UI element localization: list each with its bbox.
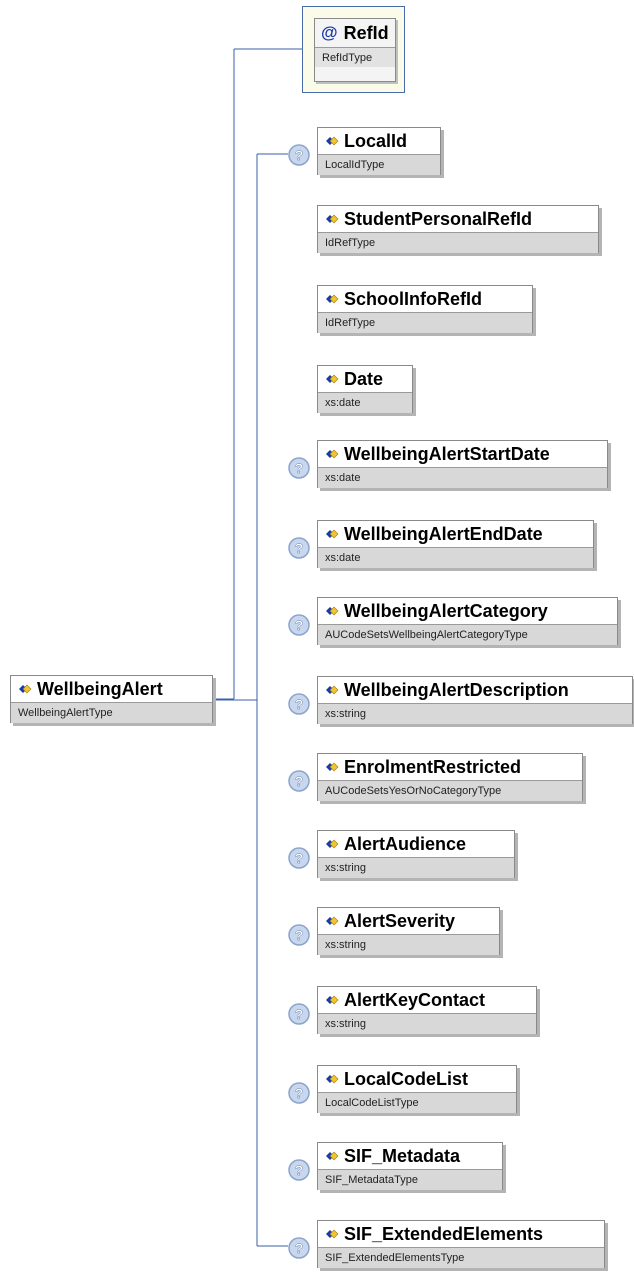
- element-name: WellbeingAlertStartDate: [344, 443, 550, 464]
- element-box-wellbeingalertdescription[interactable]: WellbeingAlertDescription xs:string: [317, 676, 633, 724]
- optional-question-icon: ?: [288, 1082, 310, 1104]
- element-diamond-icon: [326, 449, 339, 459]
- element-diamond-icon: [326, 1074, 339, 1084]
- svg-text:?: ?: [295, 850, 304, 866]
- element-diamond-icon: [326, 685, 339, 695]
- element-type: SIF_MetadataType: [318, 1169, 502, 1190]
- optional-question-icon: ?: [288, 924, 310, 946]
- element-box-localid[interactable]: LocalId LocalIdType: [317, 127, 441, 175]
- element-diamond-icon: [326, 294, 339, 304]
- attribute-at-icon: @: [321, 23, 338, 42]
- element-type: SIF_ExtendedElementsType: [318, 1247, 604, 1268]
- element-type: LocalCodeListType: [318, 1092, 516, 1113]
- element-type: xs:string: [318, 857, 514, 878]
- element-box-alertseverity[interactable]: AlertSeverity xs:string: [317, 907, 500, 955]
- svg-text:?: ?: [295, 927, 304, 943]
- element-name: SIF_ExtendedElements: [344, 1223, 544, 1244]
- svg-text:?: ?: [295, 1085, 304, 1101]
- element-name: SIF_Metadata: [344, 1145, 461, 1166]
- optional-question-icon: ?: [288, 144, 310, 166]
- element-diamond-icon: [326, 995, 339, 1005]
- root-element-type: WellbeingAlertType: [11, 702, 212, 723]
- element-type: xs:date: [318, 392, 412, 413]
- element-name: WellbeingAlertDescription: [344, 679, 569, 700]
- element-diamond-icon: [326, 1151, 339, 1161]
- element-name: AlertKeyContact: [344, 989, 486, 1010]
- element-type: xs:date: [318, 467, 607, 488]
- element-box-enrolmentrestricted[interactable]: EnrolmentRestricted AUCodeSetsYesOrNoCate…: [317, 753, 583, 801]
- element-diamond-icon: [326, 1229, 339, 1239]
- element-name: AlertAudience: [344, 833, 467, 854]
- svg-text:?: ?: [295, 617, 304, 633]
- element-box-wellbeingalertstartdate[interactable]: WellbeingAlertStartDate xs:date: [317, 440, 608, 488]
- svg-text:?: ?: [295, 460, 304, 476]
- optional-question-icon: ?: [288, 847, 310, 869]
- attribute-group: @ RefId RefIdType: [302, 6, 405, 93]
- svg-text:?: ?: [295, 1006, 304, 1022]
- optional-question-icon: ?: [288, 693, 310, 715]
- element-box-alertaudience[interactable]: AlertAudience xs:string: [317, 830, 515, 878]
- element-diamond-icon: [326, 374, 339, 384]
- element-box-schoolinforefid[interactable]: SchoolInfoRefId IdRefType: [317, 285, 533, 333]
- element-diamond-icon: [326, 606, 339, 616]
- element-name: Date: [344, 368, 384, 389]
- optional-question-icon: ?: [288, 1003, 310, 1025]
- element-diamond-icon: [326, 214, 339, 224]
- svg-text:?: ?: [295, 147, 304, 163]
- element-diamond-icon: [326, 762, 339, 772]
- element-box-studentpersonalrefid[interactable]: StudentPersonalRefId IdRefType: [317, 205, 599, 253]
- attribute-name: RefId: [343, 22, 389, 43]
- optional-question-icon: ?: [288, 457, 310, 479]
- element-type: xs:string: [318, 1013, 536, 1034]
- svg-text:?: ?: [295, 540, 304, 556]
- element-type: xs:string: [318, 703, 632, 724]
- element-name: WellbeingAlertEndDate: [344, 523, 543, 544]
- optional-question-icon: ?: [288, 537, 310, 559]
- optional-question-icon: ?: [288, 1237, 310, 1259]
- optional-question-icon: ?: [288, 770, 310, 792]
- element-type: xs:date: [318, 547, 593, 568]
- element-type: LocalIdType: [318, 154, 440, 175]
- element-box-wellbeingalertcategory[interactable]: WellbeingAlertCategory AUCodeSetsWellbein…: [317, 597, 618, 645]
- element-box-alertkeycontact[interactable]: AlertKeyContact xs:string: [317, 986, 537, 1034]
- element-name: LocalId: [344, 130, 408, 151]
- attribute-type: RefIdType: [315, 47, 395, 67]
- attribute-refid-box[interactable]: @ RefId RefIdType: [314, 18, 396, 82]
- element-name: StudentPersonalRefId: [344, 208, 533, 229]
- element-diamond-icon: [326, 136, 339, 146]
- element-type: AUCodeSetsYesOrNoCategoryType: [318, 780, 582, 801]
- element-name: EnrolmentRestricted: [344, 756, 522, 777]
- svg-text:?: ?: [295, 1240, 304, 1256]
- element-diamond-icon: [326, 916, 339, 926]
- element-type: AUCodeSetsWellbeingAlertCategoryType: [318, 624, 617, 645]
- element-box-localcodelist[interactable]: LocalCodeList LocalCodeListType: [317, 1065, 517, 1113]
- element-diamond-icon: [19, 684, 32, 694]
- element-name: LocalCodeList: [344, 1068, 469, 1089]
- element-type: xs:string: [318, 934, 499, 955]
- svg-text:?: ?: [295, 696, 304, 712]
- svg-text:?: ?: [295, 773, 304, 789]
- element-type: IdRefType: [318, 232, 598, 253]
- root-element-box[interactable]: WellbeingAlert WellbeingAlertType: [10, 675, 213, 723]
- element-name: AlertSeverity: [344, 910, 456, 931]
- element-diamond-icon: [326, 529, 339, 539]
- element-name: SchoolInfoRefId: [344, 288, 482, 309]
- element-box-wellbeingalertenddate[interactable]: WellbeingAlertEndDate xs:date: [317, 520, 594, 568]
- element-name: WellbeingAlertCategory: [344, 600, 548, 621]
- element-diamond-icon: [326, 839, 339, 849]
- optional-question-icon: ?: [288, 1159, 310, 1181]
- element-box-sif-extendedelements[interactable]: SIF_ExtendedElements SIF_ExtendedElements…: [317, 1220, 605, 1268]
- optional-question-icon: ?: [288, 614, 310, 636]
- element-box-date[interactable]: Date xs:date: [317, 365, 413, 413]
- svg-text:?: ?: [295, 1162, 304, 1178]
- root-element-name: WellbeingAlert: [37, 678, 163, 699]
- element-box-sif-metadata[interactable]: SIF_Metadata SIF_MetadataType: [317, 1142, 503, 1190]
- element-type: IdRefType: [318, 312, 532, 333]
